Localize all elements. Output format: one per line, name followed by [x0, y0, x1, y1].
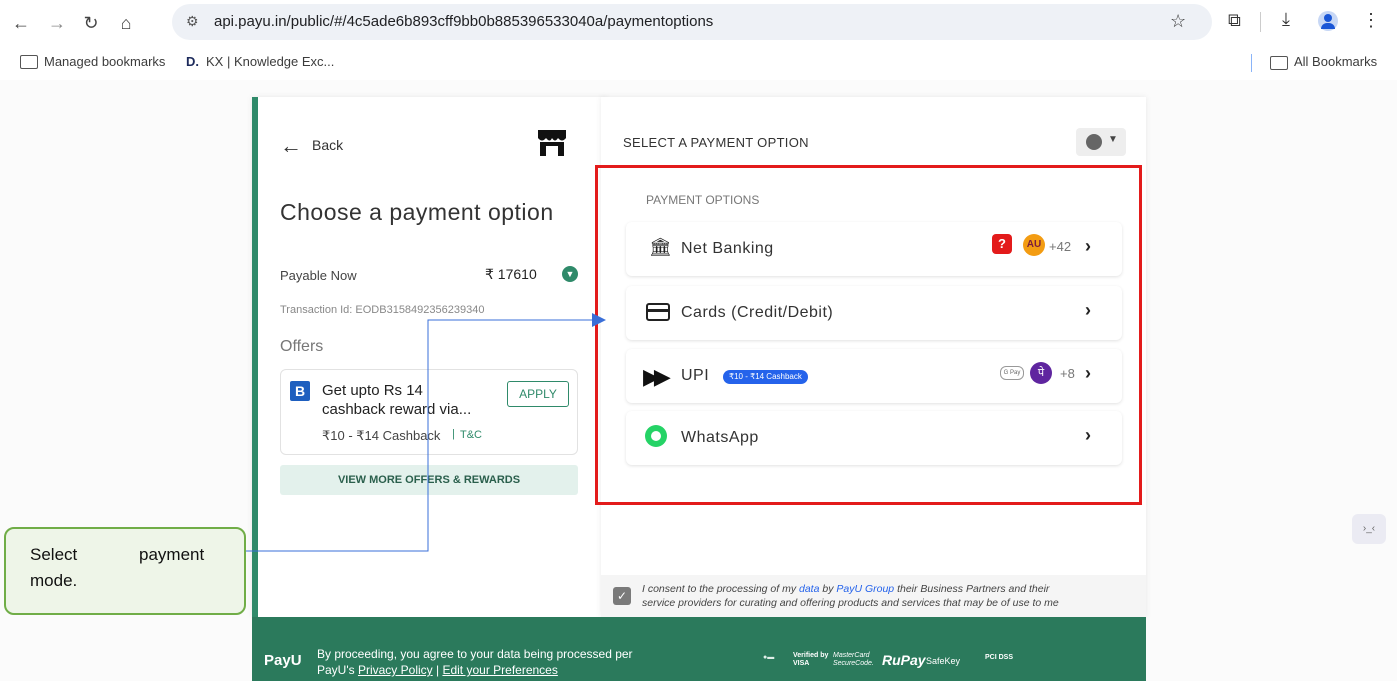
folder-icon: [20, 55, 38, 69]
back-arrow-icon[interactable]: ←: [280, 133, 302, 159]
callout-text-select: Select: [30, 545, 78, 564]
payu-group-link[interactable]: PayU Group: [836, 583, 894, 595]
consent-text-line2: service providers for curating and offer…: [642, 597, 1059, 609]
all-bookmarks-folder-icon: [1270, 56, 1288, 70]
payu-logo: PayU: [264, 652, 302, 669]
home-icon[interactable]: ⌂: [115, 12, 137, 34]
visa-badge: Verified by VISA: [793, 652, 829, 667]
consent-pre: I consent to the processing of my: [642, 583, 799, 595]
option-label: UPI: [681, 367, 710, 384]
mastercard-badge: MasterCard SecureCode.: [833, 652, 874, 667]
option-label: Cards (Credit/Debit): [681, 304, 834, 321]
chevron-right-icon: ›: [1085, 363, 1091, 383]
menu-kebab-icon[interactable]: ⋮: [1362, 10, 1380, 31]
cashback-badge: ₹10 - ₹14 Cashback: [723, 370, 808, 384]
download-icon[interactable]: ⤓: [1282, 9, 1290, 30]
user-icon: [1086, 134, 1102, 150]
toolbar-divider: [1260, 12, 1261, 32]
pci-dss-badge: PCI DSS: [985, 654, 1014, 661]
page-title: Choose a payment option: [280, 199, 554, 225]
bank-icon: 🏛: [649, 237, 672, 257]
au-bank-icon: AU: [1023, 234, 1045, 256]
consent-area: [601, 575, 1146, 617]
more-upi-count: +8: [1060, 366, 1075, 381]
star-icon[interactable]: ☆: [1170, 11, 1186, 32]
back-label[interactable]: Back: [312, 137, 343, 153]
chevron-right-icon: ›: [1085, 300, 1091, 320]
rupay-badge: RuPay: [882, 652, 926, 668]
url-text: api.payu.in/public/#/4c5ade6b893cff9bb0b…: [214, 13, 714, 30]
footer-line1: By proceeding, you agree to your data be…: [317, 647, 633, 661]
account-dropdown[interactable]: ▼: [1076, 128, 1126, 156]
payment-options-label: PAYMENT OPTIONS: [646, 193, 760, 207]
extensions-icon[interactable]: ⧉: [1228, 10, 1241, 31]
select-payment-heading: SELECT A PAYMENT OPTION: [623, 135, 809, 150]
callout-text-mode: mode.: [30, 571, 78, 590]
callout-arrow: [246, 313, 606, 552]
option-label: Net Banking: [681, 240, 774, 257]
payable-label: Payable Now: [280, 268, 357, 283]
gpay-icon: G Pay: [1000, 366, 1024, 380]
data-link[interactable]: data: [799, 583, 819, 595]
bank-logo-icon: ?: [992, 234, 1012, 254]
chevron-right-icon: ›: [1085, 236, 1091, 256]
bookmark-managed[interactable]: Managed bookmarks: [44, 54, 165, 69]
footer-line2: PayU's Privacy Policy | Edit your Prefer…: [317, 663, 558, 677]
callout-text-payment: payment: [139, 545, 205, 564]
trust-badge-icon: ●▬: [763, 654, 775, 661]
kx-logo-icon: D.: [186, 54, 199, 69]
site-info-icon[interactable]: ⚙: [186, 13, 199, 30]
consent-text-line1: I consent to the processing of my data b…: [642, 583, 1049, 595]
footer-sep: |: [432, 663, 443, 677]
caret-down-icon: ▼: [1108, 134, 1118, 145]
profile-avatar[interactable]: [1318, 11, 1338, 31]
whatsapp-icon: [645, 425, 667, 447]
bookmark-kx[interactable]: KX | Knowledge Exc...: [206, 54, 334, 69]
safekey-badge: SafeKey: [926, 656, 961, 666]
expand-chevron-icon[interactable]: ▼: [562, 266, 578, 282]
privacy-policy-link[interactable]: Privacy Policy: [358, 663, 433, 677]
consent-checkbox[interactable]: ✓: [613, 587, 631, 605]
payable-amount: ₹ 17610: [485, 266, 537, 282]
all-bookmarks[interactable]: All Bookmarks: [1294, 54, 1377, 69]
reload-icon[interactable]: ↻: [80, 12, 102, 34]
consent-mid: by: [819, 583, 837, 595]
phonepe-icon: पे: [1030, 362, 1052, 384]
edit-preferences-link[interactable]: Edit your Preferences: [442, 663, 557, 677]
back-arrow-icon[interactable]: ←: [10, 12, 32, 34]
chat-widget-icon[interactable]: ›_‹: [1352, 514, 1386, 544]
forward-arrow-icon[interactable]: →: [46, 12, 68, 34]
footer-line2-pre: PayU's: [317, 663, 358, 677]
option-label: WhatsApp: [681, 429, 759, 446]
upi-icon: ▶▶: [643, 364, 671, 389]
consent-post: their Business Partners and their: [894, 583, 1050, 595]
store-icon: [538, 130, 566, 156]
card-icon: [646, 303, 670, 321]
chevron-right-icon: ›: [1085, 425, 1091, 445]
bookmarks-divider: [1251, 54, 1252, 72]
more-banks-count: +42: [1049, 239, 1072, 254]
